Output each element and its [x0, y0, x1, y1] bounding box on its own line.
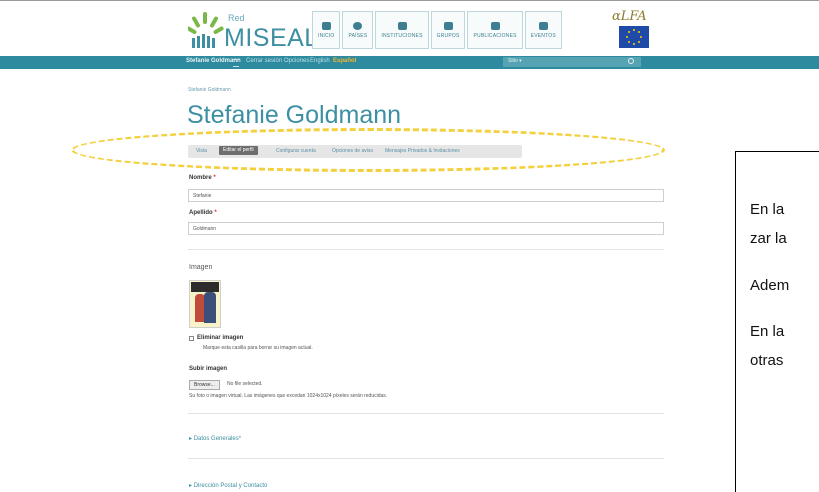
logout-link[interactable]: Cerrar sesión — [246, 58, 282, 64]
calendar-icon — [538, 21, 548, 30]
nav-eventos[interactable]: EVENTOS — [524, 11, 562, 49]
nav-paises[interactable]: PAÍSES — [342, 11, 374, 49]
logo-red-label: Red — [228, 13, 245, 23]
avatar-banner — [191, 282, 219, 292]
nav-label: INICIO — [318, 32, 335, 39]
fieldset-direccion-postal[interactable]: ▸ Dirección Postal y Contacto — [189, 482, 267, 489]
alfa-logo-text: αLFA — [612, 9, 647, 24]
globe-icon — [353, 21, 363, 30]
sun-logo-icon — [188, 12, 224, 48]
required-mark: * — [214, 210, 217, 216]
nombre-label: Nombre * — [189, 175, 216, 181]
side-text-line: En la — [750, 201, 785, 218]
group-icon — [443, 21, 453, 30]
subir-imagen-label: Subir imagen — [189, 366, 228, 372]
alfa-eu-logo: αLFA — [612, 9, 656, 51]
side-text-box: En la zar la Adem En la otras — [735, 151, 819, 492]
required-mark: * — [213, 175, 216, 181]
apellido-field[interactable]: Goldmann — [188, 222, 664, 235]
side-text-line: Adem — [750, 277, 790, 294]
nav-label: EVENTOS — [530, 32, 556, 39]
nav-publicaciones[interactable]: PUBLICACIONES — [467, 11, 523, 49]
nav-label: PAÍSES — [348, 32, 368, 39]
site-select[interactable]: Sitio ▾ — [503, 57, 641, 67]
side-text-line: zar la — [750, 230, 787, 247]
nav-label: PUBLICACIONES — [473, 32, 517, 39]
page-title: Stefanie Goldmann — [187, 101, 402, 129]
institution-icon — [397, 21, 407, 30]
options-link[interactable]: Opciones — [284, 58, 309, 64]
site-header: Red MISEAL INICIO PAÍSES INSTITUCIONES G… — [0, 5, 819, 52]
lang-english-link[interactable]: English — [310, 58, 330, 64]
menu-icon[interactable] — [233, 59, 239, 67]
divider — [188, 458, 664, 459]
eliminar-imagen-checkbox[interactable] — [189, 336, 194, 341]
highlight-ellipse — [71, 128, 665, 172]
nombre-field[interactable]: Stefanie — [188, 189, 664, 202]
nav-inicio[interactable]: INICIO — [312, 11, 341, 49]
nav-label: GRUPOS — [436, 32, 460, 39]
divider — [188, 413, 664, 414]
site-select-label: Sitio ▾ — [508, 58, 522, 64]
main-nav: INICIO PAÍSES INSTITUCIONES GRUPOS PUBLI… — [312, 11, 562, 49]
lang-espanol-link[interactable]: Español — [333, 58, 356, 64]
search-icon[interactable] — [628, 58, 634, 64]
nav-grupos[interactable]: GRUPOS — [430, 11, 466, 49]
upload-help-text: Su foto o imagen virtual. Las imágenes q… — [189, 393, 388, 399]
browse-button[interactable]: Browse... — [189, 380, 220, 390]
eliminar-imagen-label: Eliminar imagen — [197, 335, 244, 341]
nombre-label-text: Nombre — [189, 175, 212, 181]
top-border — [0, 0, 819, 1]
avatar-figure — [204, 292, 216, 323]
home-icon — [321, 21, 331, 30]
side-text-line: En la — [750, 323, 785, 340]
breadcrumb[interactable]: Stefanie Goldmann — [188, 87, 231, 93]
imagen-heading: Imagen — [189, 264, 213, 271]
eliminar-help-text: Marque esta casilla para borrar su image… — [203, 345, 313, 351]
avatar — [189, 280, 221, 328]
side-text-line: otras — [750, 352, 784, 369]
nav-instituciones[interactable]: INSTITUCIONES — [375, 11, 429, 49]
book-icon — [490, 21, 500, 30]
apellido-label: Apellido * — [189, 210, 217, 216]
eu-flag-icon — [619, 26, 649, 48]
no-file-text: No file selected. — [227, 381, 263, 387]
apellido-label-text: Apellido — [189, 210, 213, 216]
fieldset-title: Dirección Postal y Contacto — [193, 483, 268, 489]
logo-brand-text: MISEAL — [224, 24, 319, 52]
fieldset-title: Datos Generales* — [193, 436, 242, 442]
nav-label: INSTITUCIONES — [381, 32, 423, 39]
user-bar: Stefanie Goldmann Cerrar sesión Opciones… — [0, 56, 819, 69]
divider — [188, 249, 664, 250]
fieldset-datos-generales[interactable]: ▸ Datos Generales* — [189, 435, 241, 442]
miseal-logo[interactable]: Red MISEAL — [186, 10, 318, 54]
